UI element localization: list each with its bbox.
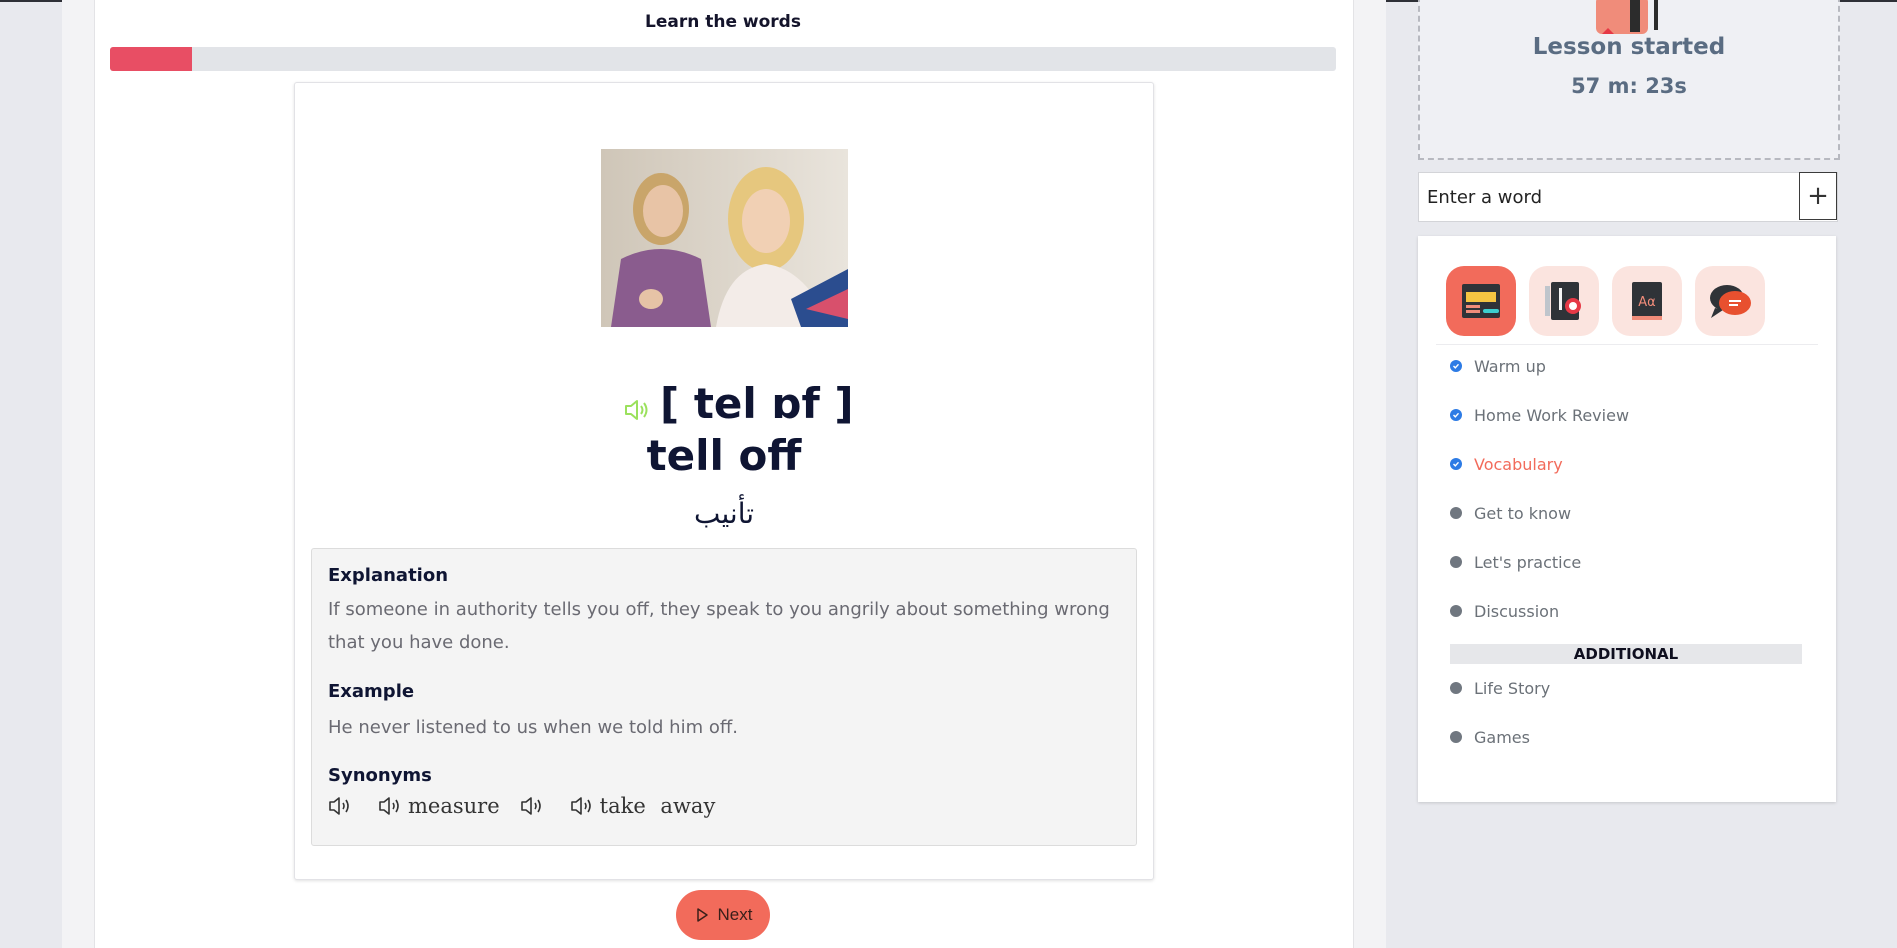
- timer-value: 57 m: 23s: [1571, 74, 1687, 98]
- menu-item-life-story[interactable]: Life Story: [1450, 676, 1550, 700]
- timer-label: Lesson started: [1532, 34, 1726, 60]
- word-phonetic: [ tel ɒf ]: [660, 379, 854, 428]
- lesson-timer-box: Lesson started 57 m: 23s: [1418, 0, 1840, 160]
- check-icon: [1450, 360, 1462, 372]
- menu-item-warm-up[interactable]: Warm up: [1450, 354, 1546, 378]
- synonym-item[interactable]: [328, 795, 358, 817]
- menu-item-label: Let's practice: [1474, 552, 1582, 572]
- next-button[interactable]: Next: [676, 890, 770, 940]
- dictionary-icon[interactable]: Aα: [1612, 266, 1682, 336]
- example-text: He never listened to us when we told him…: [328, 717, 738, 738]
- word-details-box: Explanation If someone in authority tell…: [311, 548, 1137, 846]
- synonyms-heading: Synonyms: [328, 765, 432, 786]
- menu-item-label: Vocabulary: [1474, 454, 1563, 474]
- add-word-form: +: [1418, 172, 1838, 222]
- menu-item-get-to-know[interactable]: Get to know: [1450, 501, 1571, 525]
- menu-item-let-s-practice[interactable]: Let's practice: [1450, 550, 1581, 574]
- bullet-icon: [1450, 682, 1462, 694]
- menu-item-vocabulary[interactable]: Vocabulary: [1450, 452, 1563, 476]
- menu-divider: [1436, 344, 1818, 345]
- page-title: Learn the words: [645, 12, 801, 32]
- synonym-word: measure: [408, 794, 500, 818]
- browser-icon[interactable]: [1446, 266, 1516, 336]
- check-icon: [1450, 458, 1462, 470]
- next-button-label: Next: [717, 905, 753, 924]
- word-card: [ tel ɒf ] tell off تأنيب Explanation If…: [294, 82, 1154, 880]
- bullet-icon: [1450, 556, 1462, 568]
- notebook-icon: [1596, 0, 1658, 34]
- chat-icon[interactable]: [1695, 266, 1765, 336]
- bullet-icon: [1450, 507, 1462, 519]
- bullet-icon: [1450, 731, 1462, 743]
- speaker-icon[interactable]: [378, 795, 404, 817]
- synonym-word: take away: [599, 794, 716, 818]
- synonym-item[interactable]: measure: [378, 794, 500, 818]
- additional-header: ADDITIONAL: [1450, 644, 1802, 664]
- word-input[interactable]: [1419, 173, 1789, 221]
- add-word-button[interactable]: +: [1799, 172, 1837, 220]
- play-pronunciation-icon[interactable]: [623, 397, 653, 423]
- bullet-icon: [1450, 605, 1462, 617]
- explanation-text: If someone in authority tells you off, t…: [328, 599, 1110, 653]
- menu-item-label: Life Story: [1474, 678, 1551, 698]
- notebook-pen-icon[interactable]: [1529, 266, 1599, 336]
- menu-item-label: Home Work Review: [1474, 405, 1630, 425]
- word-translation: تأنيب: [693, 497, 755, 530]
- word-title: tell off: [646, 431, 802, 480]
- synonym-item[interactable]: [520, 795, 550, 817]
- menu-item-discussion[interactable]: Discussion: [1450, 599, 1559, 623]
- menu-item-label: Get to know: [1474, 503, 1572, 523]
- app-icon-row: Aα: [1446, 266, 1765, 336]
- play-icon: [696, 908, 708, 922]
- lesson-progress-bar: [110, 47, 1336, 71]
- example-heading: Example: [328, 681, 415, 702]
- svg-text:Aα: Aα: [1638, 295, 1655, 310]
- menu-item-label: Discussion: [1474, 601, 1560, 621]
- explanation-heading: Explanation: [328, 565, 449, 586]
- word-illustration: [601, 149, 848, 327]
- speaker-icon[interactable]: [570, 795, 596, 817]
- synonyms-list: measure take away: [328, 791, 735, 821]
- speaker-icon[interactable]: [328, 795, 354, 817]
- check-icon: [1450, 409, 1462, 421]
- synonym-item[interactable]: take away: [570, 794, 716, 818]
- lesson-progress-fill: [110, 47, 193, 71]
- lesson-menu: Aα Warm up Home Work Review Vocabulary Get …: [1418, 236, 1836, 802]
- menu-item-label: Warm up: [1474, 356, 1546, 376]
- speaker-icon[interactable]: [520, 795, 546, 817]
- menu-item-home-work-review[interactable]: Home Work Review: [1450, 403, 1629, 427]
- menu-item-label: Games: [1474, 727, 1530, 747]
- menu-item-games[interactable]: Games: [1450, 725, 1530, 749]
